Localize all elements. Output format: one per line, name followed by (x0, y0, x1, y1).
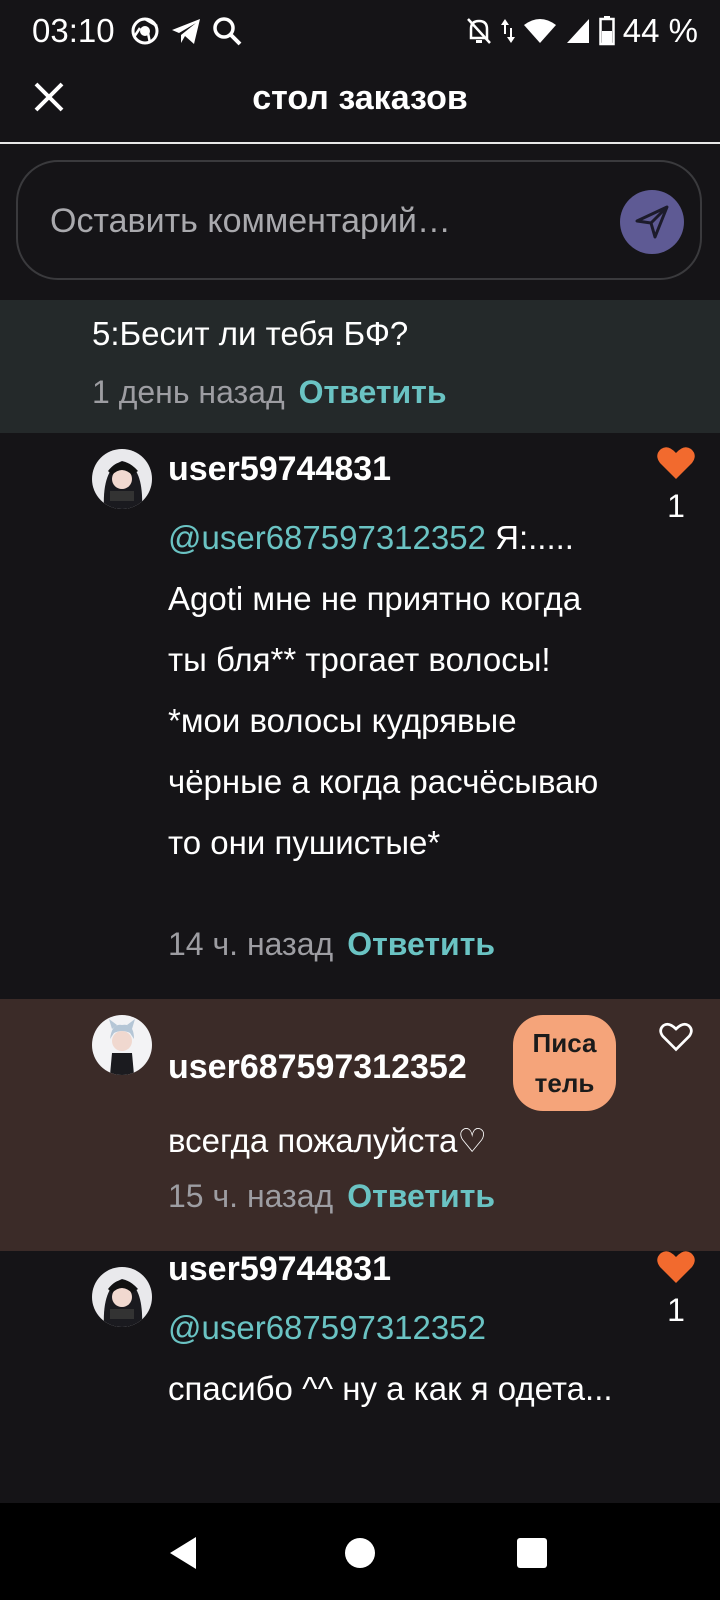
chrome-icon (131, 17, 159, 45)
battery-percent: 44 % (622, 12, 698, 49)
mute-icon (466, 18, 491, 44)
reply-item: user687597312352 Писа тель всегда пожалу… (0, 999, 720, 1251)
header: стол заказов (0, 62, 720, 144)
like-button[interactable] (654, 1021, 698, 1058)
search-icon (213, 17, 242, 46)
username[interactable]: user59744831 (168, 1247, 391, 1291)
back-icon (170, 1537, 196, 1569)
comment-time: 14 ч. назад (168, 926, 334, 962)
parent-comment: 5:Бесит ли тебя БФ? 1 день назад Ответить (0, 300, 720, 433)
recents-button[interactable] (512, 1533, 552, 1573)
like-button[interactable]: 1 (654, 1249, 698, 1330)
reply-button[interactable]: Ответить (347, 1178, 495, 1214)
reply-item: user59744831 @user687597312352 спасибо ^^… (0, 1249, 720, 1503)
like-button[interactable]: 1 (654, 445, 698, 526)
status-time: 03:10 (32, 12, 115, 49)
heart-outline-icon (659, 1022, 693, 1052)
recents-icon (517, 1538, 547, 1568)
telegram-icon (172, 19, 200, 44)
parent-comment-text: 5:Бесит ли тебя БФ? (92, 315, 409, 352)
home-button[interactable] (340, 1533, 380, 1573)
avatar[interactable] (92, 449, 152, 509)
back-button[interactable] (164, 1533, 204, 1573)
page-title: стол заказов (252, 79, 468, 117)
send-button[interactable] (620, 190, 684, 254)
heart-filled-icon (657, 447, 695, 479)
avatar[interactable] (92, 1267, 152, 1327)
comment-body: @user687597312352 Я:..... Agoti мне не п… (168, 507, 628, 873)
battery-icon (599, 16, 615, 46)
mention[interactable]: @user687597312352 (168, 519, 486, 556)
data-arrows-icon (500, 19, 515, 43)
send-icon (635, 205, 669, 239)
reply-button[interactable]: Ответить (347, 926, 495, 962)
comment-input-container (16, 160, 702, 280)
reply-item: user59744831 @user687597312352 Я:..... A… (0, 433, 720, 999)
mention[interactable]: @user687597312352 (168, 1297, 628, 1358)
author-badge: Писа тель (513, 1015, 616, 1111)
heart-filled-icon (657, 1251, 695, 1283)
reply-button[interactable]: Ответить (299, 374, 447, 410)
comment-text: спасибо ^^ ну а как я одета... (168, 1370, 613, 1407)
home-icon (345, 1538, 375, 1568)
like-count: 1 (667, 1292, 685, 1328)
navigation-bar (0, 1503, 720, 1600)
username[interactable]: user687597312352 (168, 1045, 467, 1089)
comment-time: 15 ч. назад (168, 1178, 334, 1214)
username[interactable]: user59744831 (168, 447, 391, 491)
like-count: 1 (667, 488, 685, 524)
status-bar: 03:10 44 % (0, 0, 720, 62)
signal-icon (566, 19, 589, 43)
avatar[interactable] (92, 1015, 152, 1075)
comment-time: 1 день назад (92, 374, 285, 410)
comment-text: Я:..... Agoti мне не приятно когда ты бл… (168, 519, 599, 861)
comment-text: всегда пожалуйста♡ (168, 1122, 487, 1159)
comment-body: @user687597312352 спасибо ^^ ну а как я о… (168, 1297, 628, 1419)
comment-input[interactable] (48, 190, 612, 252)
wifi-icon (523, 19, 556, 43)
